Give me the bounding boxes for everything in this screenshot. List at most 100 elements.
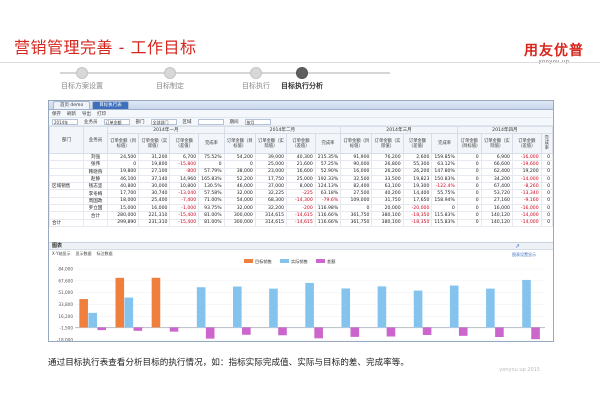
value-cell: 38,000 xyxy=(223,167,256,176)
chart-settings-link[interactable]: 图表设置显示 xyxy=(512,251,536,258)
table-row[interactable]: 周国政 18,000 25,400 -7,400 71.00% 54,000 68,300-… xyxy=(49,196,553,206)
table-row[interactable]: 合计 280,000 221,310 -15,400 81.00% 300,000 314,… xyxy=(49,211,553,220)
value-cell: 0 xyxy=(431,204,458,213)
table-row[interactable]: 李冬梅 17,700 30,740 -13,040 57.58% 32,000 32,225… xyxy=(49,189,553,198)
legend-label: 目标销售 xyxy=(255,258,272,265)
value-cell: 109,000 xyxy=(340,196,373,206)
col-header-person: 业务员 xyxy=(83,126,108,154)
dept-select[interactable]: 全部部门 xyxy=(150,118,177,125)
value-cell: 0 xyxy=(106,160,140,169)
value-cell: 52.90% xyxy=(314,167,342,176)
y-tick-label: -18,000 xyxy=(57,338,73,343)
dept-cell xyxy=(49,167,84,176)
metric-header: 订单金额（差值） xyxy=(511,133,542,154)
chart-tool-data[interactable]: 显示数据 xyxy=(75,250,91,257)
table-row[interactable]: 区域销售 钱志坚 40,800 30,000 10,800 130.5% 46,000 37,… xyxy=(49,182,553,191)
value-cell: 55.75% xyxy=(431,189,458,198)
export-button[interactable]: 导出 xyxy=(82,111,91,117)
y-tick-label: 16,200 xyxy=(58,314,73,319)
value-cell: 115.83% xyxy=(431,218,458,227)
tab-home[interactable]: 首页 demo xyxy=(53,101,91,109)
metric-header: 订单金额（差值） xyxy=(169,133,200,154)
y-tick-label: 84,000 xyxy=(58,267,73,272)
metric-header: 订单金额（差值） xyxy=(286,133,316,154)
value-cell: 63.12% xyxy=(431,160,458,169)
bar xyxy=(377,286,387,328)
value-cell: 115.83% xyxy=(431,211,458,220)
region-select[interactable] xyxy=(197,118,224,125)
metric-header: 订单金额（实际值） xyxy=(480,133,513,154)
value-cell: 299,890 xyxy=(106,218,140,227)
table-row[interactable]: 罗立国 15,000 16,000 -1,000 93.75% 32,000 32,200-… xyxy=(49,204,553,213)
value-cell: 0 xyxy=(198,160,225,169)
metric-header: 订单金额（目标值） xyxy=(223,133,256,154)
chart-tool-label[interactable]: 标注数据 xyxy=(96,250,112,257)
bar xyxy=(522,279,531,328)
step-dot xyxy=(250,67,262,79)
value-cell: 33,500 xyxy=(371,174,404,184)
bar xyxy=(169,327,179,332)
table-row[interactable]: 合计 299,890 231,310 -15,400 81.00% 300,000 314,… xyxy=(49,218,553,227)
value-cell: 30,740 xyxy=(138,189,171,198)
bar xyxy=(269,288,278,328)
table-row[interactable]: 张伟 0 19,800 -15,800 0 0 25,000 21,600 57.25% 90,0… xyxy=(49,160,553,169)
table-row[interactable]: 刘强 24,500 31,200 6,700 75.52% 54,200 39,000 40,… xyxy=(49,152,553,162)
chart-toolbar: X·Y轴显示 显示数据 标注数据 ↗ 图表设置显示 xyxy=(49,243,553,258)
value-cell: 57.58% xyxy=(198,189,225,198)
bar xyxy=(495,327,504,338)
step-target-setting[interactable]: 目标制定 xyxy=(130,67,210,91)
value-cell: 380,100 xyxy=(371,218,404,227)
year-select[interactable]: 2014年 xyxy=(52,118,78,125)
tab-bar: 首页 demo 目标执行表 xyxy=(49,101,553,110)
value-cell: 15,000 xyxy=(106,204,140,213)
step-label: 目标制定 xyxy=(156,82,184,90)
value-cell: 221,310 xyxy=(138,211,171,220)
brand-name: 用友优普 xyxy=(524,43,584,59)
value-cell: -16,000 xyxy=(511,152,542,162)
value-cell: 116.66% xyxy=(314,218,342,227)
value-cell: 39,000 xyxy=(254,152,288,162)
legend-swatch xyxy=(280,259,289,263)
value-cell: 26,800 xyxy=(371,160,404,169)
value-cell: 17,650 xyxy=(402,196,433,206)
value-cell: -14,615 xyxy=(286,218,316,227)
value-cell: 16,000 xyxy=(138,204,171,213)
bar xyxy=(124,297,134,328)
period-select[interactable]: 按月 xyxy=(244,118,271,125)
value-cell: 93.75% xyxy=(198,204,225,213)
value-cell: 16,000 xyxy=(480,204,513,213)
save-button[interactable]: 保存 xyxy=(52,111,61,117)
value-cell: 54,200 xyxy=(223,152,256,162)
metric-select[interactable]: 订单金额 xyxy=(103,118,130,125)
tab-execution-table[interactable]: 目标执行表 xyxy=(92,101,129,109)
value-cell: 2,600 xyxy=(402,152,433,162)
pin-icon[interactable]: ↗ xyxy=(515,243,520,250)
value-cell: 300,000 xyxy=(223,211,256,220)
table-row[interactable]: 韩晓燕 19,800 27,100 -800 57.79% 38,000 23,000 16,… xyxy=(49,167,553,176)
value-cell: 0 xyxy=(540,160,553,169)
value-cell: -15,400 xyxy=(169,211,200,220)
print-button[interactable]: 打印 xyxy=(97,111,106,117)
filter-label-salesman: 业务员 xyxy=(84,119,98,125)
value-cell: 16,000 xyxy=(340,167,373,176)
metric-header: 订单金额（目标值） xyxy=(456,133,482,154)
step-target-scheme[interactable]: 目标方案设置 xyxy=(42,67,122,91)
value-cell: 192.33% xyxy=(314,174,342,184)
step-execution-analysis[interactable]: 目标执行分析 xyxy=(262,67,342,91)
y-tick-label: 33,800 xyxy=(58,302,73,307)
value-cell: 361,750 xyxy=(340,211,373,220)
refresh-button[interactable]: 刷新 xyxy=(67,111,76,117)
chart-tool-axis[interactable]: X·Y轴显示 xyxy=(52,250,70,257)
value-cell: 32,200 xyxy=(254,204,288,213)
value-cell: 361,750 xyxy=(340,218,373,227)
execution-table-container: 部门 业务员 2014年一月 2014年二月 2014年三月 2014年四月 订单金额（目标… xyxy=(49,126,553,243)
value-cell: 26,200 xyxy=(402,167,433,176)
table-row[interactable]: 赵静 46,100 37,140 14,960 165.83% 52,200 17,750 2… xyxy=(49,174,553,184)
bar xyxy=(486,288,495,328)
value-cell: 0 xyxy=(456,218,482,227)
value-cell: 40,800 xyxy=(106,182,140,191)
value-cell: 0 xyxy=(340,204,373,213)
value-cell: 75.52% xyxy=(198,152,225,162)
value-cell: 280,000 xyxy=(106,211,140,220)
person-cell: 刘强 xyxy=(83,152,108,162)
